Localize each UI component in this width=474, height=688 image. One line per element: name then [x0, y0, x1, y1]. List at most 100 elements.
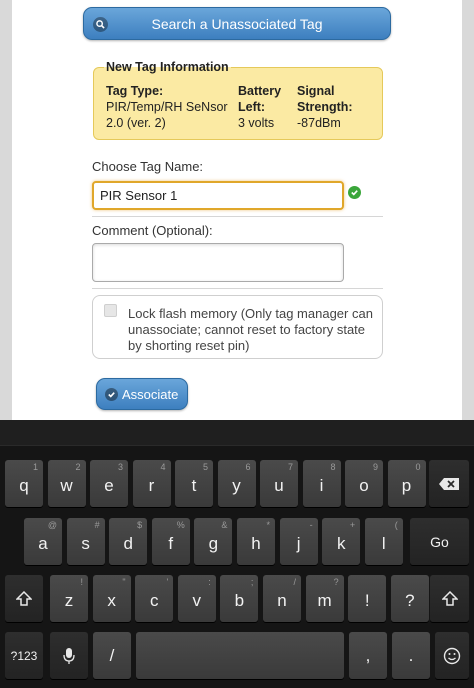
key-label: r: [148, 475, 155, 495]
key-g[interactable]: & g: [194, 518, 233, 565]
key-label: g: [208, 533, 219, 553]
backspace-icon: [439, 477, 459, 490]
key-alt-label: 6: [245, 462, 251, 472]
key-w[interactable]: 2w: [47, 460, 86, 507]
key-f[interactable]: % f: [151, 518, 190, 565]
key-alt-label: @: [47, 520, 57, 530]
key-label: ?: [405, 590, 415, 610]
key-z[interactable]: ! z: [50, 575, 88, 622]
slash-key-label: /: [109, 645, 115, 665]
key-v[interactable]: :v: [177, 575, 216, 622]
key-k[interactable]: + k: [322, 518, 361, 565]
comment-label: Comment (Optional):: [92, 223, 213, 238]
key-alt-label: 5: [202, 462, 208, 472]
microphone-icon: [63, 647, 75, 664]
battery-label-2: Left:: [238, 100, 266, 114]
key-alt-label: !: [80, 577, 83, 587]
lock-flash-checkbox[interactable]: [104, 304, 117, 317]
key-label: p: [401, 475, 412, 495]
voice-input-key[interactable]: [50, 632, 88, 679]
key-question[interactable]: ?: [390, 575, 429, 622]
shift-key[interactable]: [5, 575, 43, 622]
key-label: c: [149, 590, 159, 610]
search-unassociated-tag-button[interactable]: Search a Unassociated Tag: [83, 7, 391, 40]
key-e[interactable]: 3e: [90, 460, 128, 507]
signal-value: -87dBm: [297, 116, 341, 130]
comma-key[interactable]: ,: [349, 632, 387, 679]
tag-type-value-2: 2.0 (ver. 2): [106, 116, 166, 130]
emoji-key[interactable]: [435, 632, 469, 679]
key-alt-label: &: [221, 520, 228, 530]
key-m[interactable]: ? m: [305, 575, 344, 622]
key-alt-label: 9: [372, 462, 378, 472]
key-n[interactable]: / n: [263, 575, 301, 622]
period-key[interactable]: .: [392, 632, 430, 679]
key-d[interactable]: $ d: [109, 518, 148, 565]
tag-type-label: Tag Type:: [106, 84, 164, 98]
key-o[interactable]: 9o: [345, 460, 383, 507]
left-margin: [0, 0, 12, 420]
key-x[interactable]: " x: [92, 575, 131, 622]
key-y[interactable]: 6y: [217, 460, 256, 507]
associate-button-label: Associate: [122, 386, 179, 402]
tag-name-input[interactable]: PIR Sensor 1: [92, 181, 344, 210]
backspace-key[interactable]: [429, 460, 469, 507]
key-alt-label: 8: [330, 462, 336, 472]
checkmark-icon: [105, 388, 118, 401]
associate-button[interactable]: Associate: [96, 378, 188, 410]
key-label: v: [192, 590, 202, 610]
comma-key-label: ,: [365, 645, 371, 665]
search-button-label: Search a Unassociated Tag: [151, 15, 323, 32]
shift-key-right[interactable]: [430, 575, 469, 622]
keyboard-suggestion-strip: [0, 420, 474, 446]
key-u[interactable]: 7u: [260, 460, 298, 507]
tag-info-legend: New Tag Information: [104, 60, 231, 74]
key-p[interactable]: 0p: [387, 460, 426, 507]
key-label: o: [359, 475, 369, 495]
valid-check-icon: [348, 186, 361, 199]
key-alt-label: ": [122, 577, 126, 587]
key-label: a: [38, 533, 48, 553]
tag-type-value-1: PIR/Temp/RH SeNsor: [106, 100, 228, 114]
key-label: j: [296, 533, 301, 553]
key-label: z: [64, 590, 74, 610]
key-label: h: [251, 533, 261, 553]
key-alt-label: +: [349, 520, 356, 530]
key-l[interactable]: (l: [364, 518, 403, 565]
slash-key[interactable]: /: [93, 632, 131, 679]
space-key[interactable]: [136, 632, 344, 679]
key-j[interactable]: -j: [279, 518, 318, 565]
divider: [92, 216, 383, 217]
key-label: !: [364, 590, 370, 610]
key-label: i: [319, 475, 324, 495]
key-alt-label: ;: [250, 577, 254, 587]
symbols-key-label: ?123: [10, 648, 38, 663]
symbols-key[interactable]: ?123: [5, 632, 43, 679]
key-label: y: [232, 475, 241, 495]
key-q[interactable]: 1q: [5, 460, 43, 507]
shift-icon: [441, 590, 458, 606]
key-alt-label: $: [137, 520, 143, 530]
key-t[interactable]: 5t: [175, 460, 213, 507]
key-alt-label: -: [309, 520, 313, 530]
key-s[interactable]: # s: [66, 518, 105, 565]
key-h[interactable]: * h: [237, 518, 275, 565]
key-r[interactable]: 4r: [132, 460, 171, 507]
key-alt-label: 4: [160, 462, 166, 472]
key-alt-label: 2: [75, 462, 81, 472]
key-a[interactable]: @ a: [24, 518, 62, 565]
key-b[interactable]: ; b: [220, 575, 259, 622]
key-alt-label: 1: [32, 462, 38, 472]
key-alt-label: 0: [415, 462, 421, 472]
go-key-label: Go: [430, 533, 449, 550]
key-c[interactable]: ' c: [135, 575, 174, 622]
key-exclamation[interactable]: !: [348, 575, 387, 622]
battery-column: Battery Left: 3 volts: [238, 83, 281, 131]
period-key-label: .: [408, 645, 414, 665]
comment-textarea[interactable]: [92, 243, 344, 282]
key-label: s: [81, 533, 90, 553]
key-label: t: [191, 475, 197, 495]
tag-name-label: Choose Tag Name:: [92, 159, 204, 174]
key-i[interactable]: 8i: [302, 460, 341, 507]
go-key[interactable]: Go: [410, 518, 469, 565]
